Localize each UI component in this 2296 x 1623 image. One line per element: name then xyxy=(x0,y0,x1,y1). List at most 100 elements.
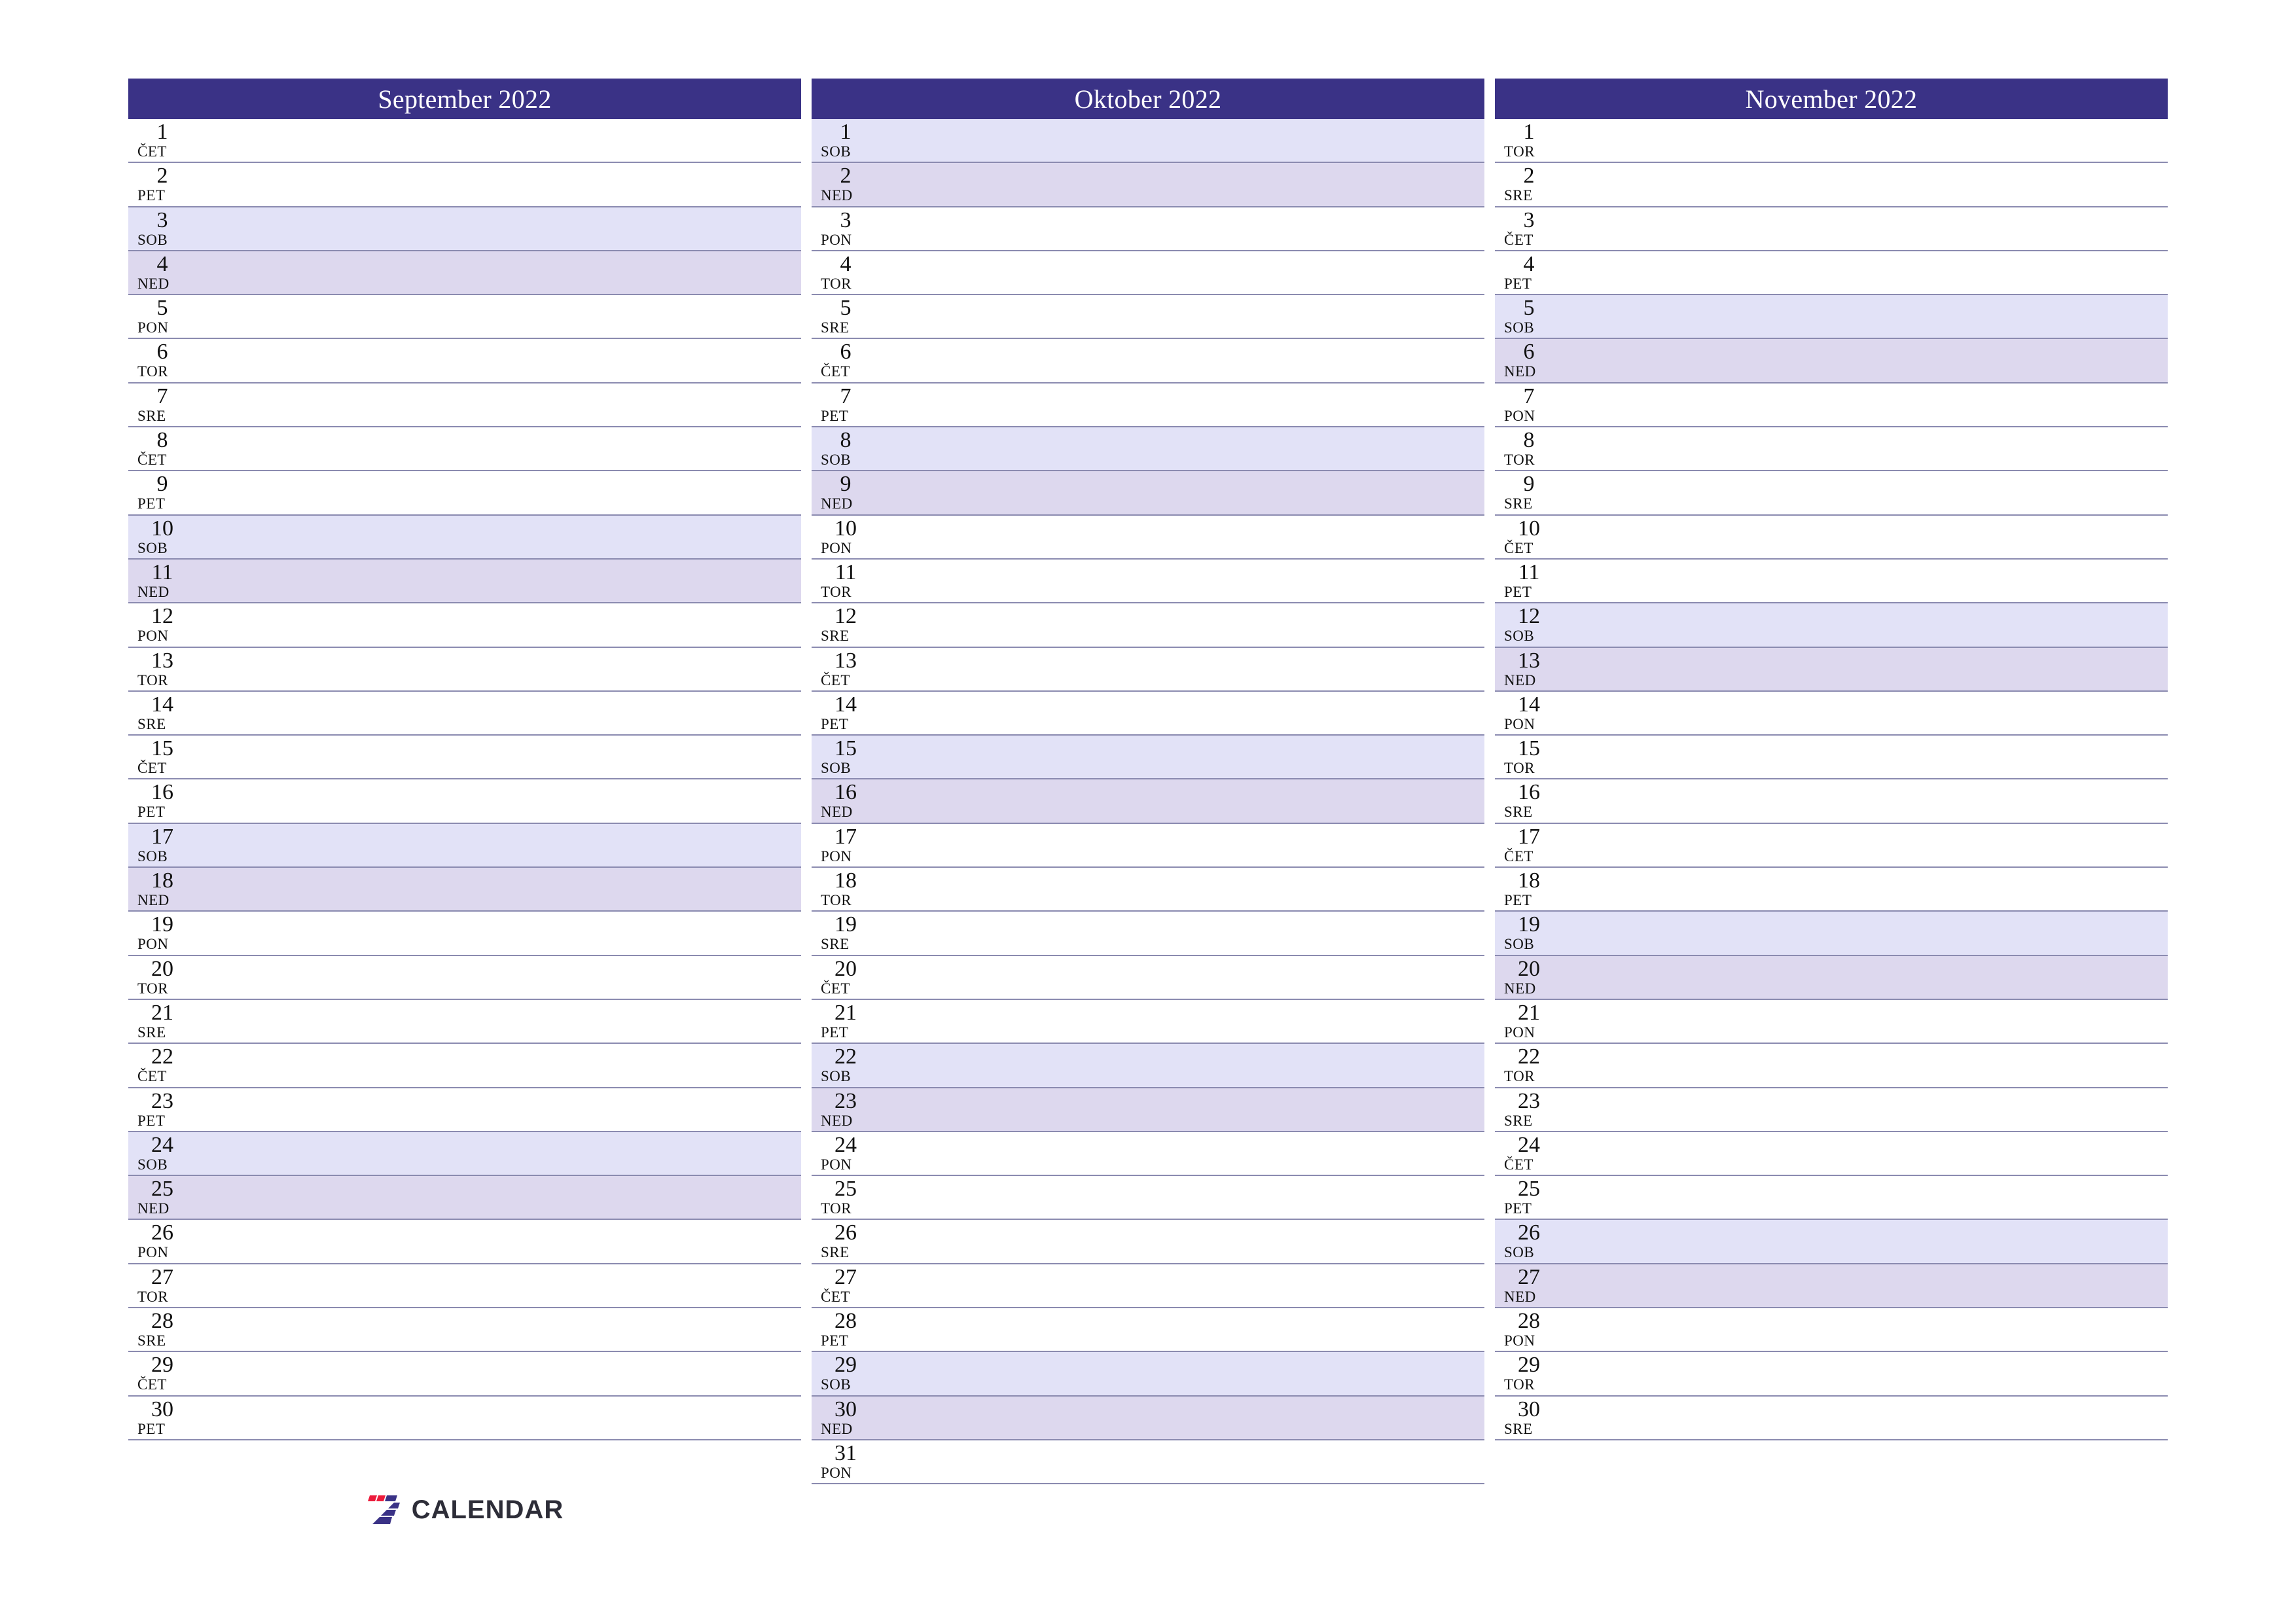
day-row[interactable]: 17 PON xyxy=(812,823,1484,868)
day-row[interactable]: 15 TOR xyxy=(1495,736,2168,780)
day-row[interactable]: 22 TOR xyxy=(1495,1044,2168,1088)
day-rows-list: 1 ČET 2 PET 3 SOB 4 NED 5 PON 6 TOR 7 SRE 8 ČET 9 PET 10 SO… xyxy=(128,119,801,1440)
day-row[interactable]: 2 SRE xyxy=(1495,163,2168,207)
month-column: September 2022 1 ČET 2 PET 3 SOB 4 NED 5 PON 6 TOR 7 S… xyxy=(128,79,801,1518)
day-row[interactable]: 10 PON xyxy=(812,515,1484,560)
day-row[interactable]: 1 SOB xyxy=(812,119,1484,164)
day-row[interactable]: 12 PON xyxy=(128,603,801,648)
day-row[interactable]: 11 TOR xyxy=(812,559,1484,604)
day-row[interactable]: 28 SRE xyxy=(128,1308,801,1353)
day-row[interactable]: 6 TOR xyxy=(128,339,801,383)
day-number: 31 xyxy=(834,1440,857,1465)
day-row[interactable]: 18 NED xyxy=(128,868,801,912)
day-row[interactable]: 14 PON xyxy=(1495,691,2168,736)
day-row[interactable]: 18 PET xyxy=(1495,868,2168,912)
day-row[interactable]: 26 PON xyxy=(128,1220,801,1264)
day-row[interactable]: 5 PON xyxy=(128,295,801,340)
day-row[interactable]: 23 PET xyxy=(128,1088,801,1132)
day-row[interactable]: 29 ČET xyxy=(128,1352,801,1397)
day-row[interactable]: 27 ČET xyxy=(812,1264,1484,1309)
day-row[interactable]: 4 PET xyxy=(1495,251,2168,296)
day-row[interactable]: 1 TOR xyxy=(1495,119,2168,164)
day-row[interactable]: 18 TOR xyxy=(812,868,1484,912)
day-row[interactable]: 13 ČET xyxy=(812,647,1484,692)
day-row[interactable]: 30 NED xyxy=(812,1396,1484,1440)
day-row[interactable]: 7 SRE xyxy=(128,383,801,428)
day-row[interactable]: 29 SOB xyxy=(812,1352,1484,1397)
day-row[interactable]: 13 NED xyxy=(1495,647,2168,692)
day-row[interactable]: 24 ČET xyxy=(1495,1132,2168,1177)
day-row[interactable]: 21 PET xyxy=(812,999,1484,1044)
day-row[interactable]: 20 NED xyxy=(1495,955,2168,1000)
day-row[interactable]: 12 SRE xyxy=(812,603,1484,648)
day-row[interactable]: 15 SOB xyxy=(812,736,1484,780)
day-row[interactable]: 29 TOR xyxy=(1495,1352,2168,1397)
day-row[interactable]: 16 NED xyxy=(812,779,1484,824)
day-row[interactable]: 8 ČET xyxy=(128,427,801,472)
day-row[interactable]: 30 PET xyxy=(128,1396,801,1440)
day-row[interactable]: 13 TOR xyxy=(128,647,801,692)
day-row[interactable]: 24 SOB xyxy=(128,1132,801,1177)
day-row[interactable]: 19 SRE xyxy=(812,912,1484,956)
day-row[interactable]: 26 SRE xyxy=(812,1220,1484,1264)
day-row[interactable]: 3 SOB xyxy=(128,207,801,251)
day-weekday-abbr: PON xyxy=(137,1244,169,1261)
day-row[interactable]: 14 SRE xyxy=(128,691,801,736)
day-row[interactable]: 10 ČET xyxy=(1495,515,2168,560)
day-number: 10 xyxy=(834,516,857,541)
day-row[interactable]: 26 SOB xyxy=(1495,1220,2168,1264)
day-row[interactable]: 9 NED xyxy=(812,471,1484,516)
day-row[interactable]: 22 SOB xyxy=(812,1044,1484,1088)
day-row[interactable]: 16 PET xyxy=(128,779,801,824)
day-row[interactable]: 6 ČET xyxy=(812,339,1484,383)
day-row[interactable]: 28 PET xyxy=(812,1308,1484,1353)
day-row[interactable]: 15 ČET xyxy=(128,736,801,780)
day-row[interactable]: 11 NED xyxy=(128,559,801,604)
day-row[interactable]: 12 SOB xyxy=(1495,603,2168,648)
day-row[interactable]: 7 PET xyxy=(812,383,1484,428)
day-row[interactable]: 21 PON xyxy=(1495,999,2168,1044)
day-row[interactable]: 19 SOB xyxy=(1495,912,2168,956)
day-row[interactable]: 4 NED xyxy=(128,251,801,296)
day-row[interactable]: 23 SRE xyxy=(1495,1088,2168,1132)
day-row[interactable]: 8 TOR xyxy=(1495,427,2168,472)
day-weekday-abbr: PON xyxy=(821,539,852,556)
day-row[interactable]: 20 TOR xyxy=(128,955,801,1000)
day-row[interactable]: 5 SRE xyxy=(812,295,1484,340)
day-row[interactable]: 21 SRE xyxy=(128,999,801,1044)
day-row[interactable]: 23 NED xyxy=(812,1088,1484,1132)
day-row[interactable]: 6 NED xyxy=(1495,339,2168,383)
day-row[interactable]: 2 NED xyxy=(812,163,1484,207)
day-row[interactable]: 17 ČET xyxy=(1495,823,2168,868)
day-row[interactable]: 4 TOR xyxy=(812,251,1484,296)
day-row[interactable]: 16 SRE xyxy=(1495,779,2168,824)
day-weekday-abbr: ČET xyxy=(821,980,850,997)
day-row[interactable]: 28 PON xyxy=(1495,1308,2168,1353)
day-row[interactable]: 9 PET xyxy=(128,471,801,516)
day-row[interactable]: 8 SOB xyxy=(812,427,1484,472)
month-title: Oktober 2022 xyxy=(812,79,1484,119)
day-row[interactable]: 1 ČET xyxy=(128,119,801,164)
day-row[interactable]: 10 SOB xyxy=(128,515,801,560)
day-row[interactable]: 25 TOR xyxy=(812,1176,1484,1221)
day-row[interactable]: 19 PON xyxy=(128,912,801,956)
day-row[interactable]: 24 PON xyxy=(812,1132,1484,1177)
day-row[interactable]: 30 SRE xyxy=(1495,1396,2168,1440)
day-row[interactable]: 27 NED xyxy=(1495,1264,2168,1309)
day-row[interactable]: 27 TOR xyxy=(128,1264,801,1309)
day-row[interactable]: 7 PON xyxy=(1495,383,2168,428)
day-row[interactable]: 25 PET xyxy=(1495,1176,2168,1221)
day-row[interactable]: 9 SRE xyxy=(1495,471,2168,516)
day-row[interactable]: 3 ČET xyxy=(1495,207,2168,251)
day-row[interactable]: 31 PON xyxy=(812,1440,1484,1485)
day-row[interactable]: 3 PON xyxy=(812,207,1484,251)
day-row[interactable]: 20 ČET xyxy=(812,955,1484,1000)
day-row[interactable]: 17 SOB xyxy=(128,823,801,868)
day-number: 12 xyxy=(834,604,857,629)
day-row[interactable]: 22 ČET xyxy=(128,1044,801,1088)
day-row[interactable]: 5 SOB xyxy=(1495,295,2168,340)
day-row[interactable]: 11 PET xyxy=(1495,559,2168,604)
day-row[interactable]: 25 NED xyxy=(128,1176,801,1221)
day-row[interactable]: 2 PET xyxy=(128,163,801,207)
day-row[interactable]: 14 PET xyxy=(812,691,1484,736)
